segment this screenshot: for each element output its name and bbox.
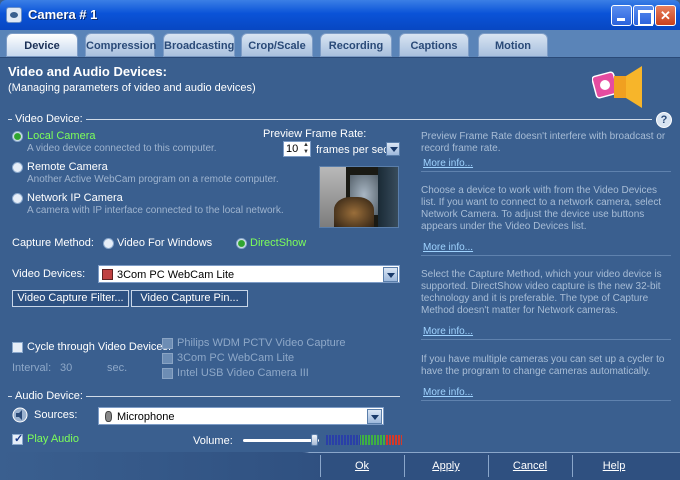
help-divider (421, 339, 671, 340)
close-icon: ✕ (660, 8, 671, 23)
minimize-button[interactable] (611, 5, 632, 26)
video-capture-pin-button[interactable]: Video Capture Pin... (131, 290, 248, 307)
cycle-device-label: Intel USB Video Camera III (177, 367, 309, 379)
tab-motion[interactable]: Motion (478, 33, 548, 57)
bottom-decoration (0, 452, 330, 480)
audio-source-select[interactable]: Microphone (98, 407, 384, 425)
page-title: Video and Audio Devices: (8, 64, 167, 79)
capture-method-label: Capture Method: (12, 237, 94, 249)
audio-level-meter (326, 435, 402, 445)
help-text-video-devices: Choose a device to work with from the Vi… (421, 185, 662, 232)
camera-app-icon (6, 7, 22, 23)
minimize-icon (612, 6, 631, 25)
tab-device[interactable]: Device (6, 33, 78, 57)
directshow-radio[interactable] (236, 238, 247, 249)
local-camera-label[interactable]: Local Camera (27, 130, 95, 142)
tab-broadcasting[interactable]: Broadcasting (163, 33, 235, 57)
audio-device-section-label: Audio Device: (12, 390, 86, 402)
remote-camera-radio[interactable] (12, 162, 23, 173)
window-title: Camera # 1 (28, 7, 98, 22)
tab-captions[interactable]: Captions (399, 33, 469, 57)
more-info-link[interactable]: More info... (423, 242, 473, 253)
sources-label: Sources: (34, 409, 78, 421)
video-section-divider (8, 119, 652, 120)
cycle-video-devices-checkbox[interactable] (12, 342, 23, 353)
play-audio-label[interactable]: Play Audio (27, 433, 79, 445)
tab-compression[interactable]: Compression (85, 33, 156, 57)
tab-bar: Device Compression Broadcasting Crop/Sca… (0, 30, 680, 58)
tab-recording[interactable]: Recording (320, 33, 392, 57)
help-icon[interactable]: ? (656, 112, 672, 128)
volume-label: Volume: (193, 435, 233, 447)
network-ip-camera-label[interactable]: Network IP Camera (27, 192, 123, 204)
help-divider (421, 171, 671, 172)
help-text-frame-rate: Preview Frame Rate doesn't interfere wit… (421, 131, 666, 154)
help-text-capture-method: Select the Capture Method, which your vi… (421, 269, 662, 316)
video-device-section-label: Video Device: (12, 113, 86, 125)
chevron-down-icon[interactable] (383, 267, 398, 282)
preview-frame-rate-stepper[interactable]: 10 ▲ ▼ (283, 141, 311, 157)
help-button[interactable]: Help (572, 455, 655, 477)
title-bar: Camera # 1 ✕ (0, 0, 680, 30)
interval-unit: sec. (107, 362, 128, 374)
cycle-video-devices-label[interactable]: Cycle through Video Devices: (27, 341, 171, 353)
stepper-arrows-icon[interactable]: ▲ ▼ (302, 142, 310, 156)
cycle-device-checkbox[interactable] (162, 338, 173, 349)
chevron-down-icon[interactable] (367, 409, 382, 424)
cycle-device-label: Philips WDM PCTV Video Capture (177, 337, 346, 349)
cycle-device-checkbox[interactable] (162, 353, 173, 364)
video-capture-filter-button[interactable]: Video Capture Filter... (12, 290, 129, 307)
video-for-windows-label[interactable]: Video For Windows (117, 237, 212, 249)
help-divider (421, 255, 671, 256)
volume-slider-track[interactable] (243, 439, 319, 442)
help-divider (421, 400, 671, 401)
camera-preview (319, 166, 399, 228)
video-for-windows-radio[interactable] (103, 238, 114, 249)
directshow-label[interactable]: DirectShow (250, 237, 306, 249)
network-ip-camera-radio[interactable] (12, 193, 23, 204)
video-devices-label: Video Devices: (12, 268, 86, 280)
local-camera-desc: A video device connected to this compute… (27, 143, 217, 154)
frames-per-sec-label: frames per sec. (316, 144, 392, 156)
cancel-button[interactable]: Cancel (488, 455, 571, 477)
ok-button[interactable]: Ok (320, 455, 403, 477)
local-camera-radio[interactable] (12, 131, 23, 142)
frame-rate-dropdown-button[interactable] (386, 142, 400, 156)
microphone-icon (105, 411, 112, 422)
help-text-cycler: If you have multiple cameras you can set… (421, 354, 665, 377)
preview-frame-rate-label: Preview Frame Rate: (263, 128, 367, 140)
cycle-device-checkbox[interactable] (162, 368, 173, 379)
volume-slider-thumb[interactable] (311, 434, 318, 446)
more-info-link[interactable]: More info... (423, 326, 473, 337)
more-info-link[interactable]: More info... (423, 158, 473, 169)
page-subtitle: (Managing parameters of video and audio … (8, 82, 256, 94)
cycle-device-label: 3Com PC WebCam Lite (177, 352, 295, 364)
video-devices-selected: 3Com PC WebCam Lite (117, 269, 235, 281)
apply-button[interactable]: Apply (404, 455, 487, 477)
video-devices-select[interactable]: 3Com PC WebCam Lite (98, 265, 400, 283)
network-ip-camera-desc: A camera with IP interface connected to … (27, 205, 284, 216)
interval-label: Interval: (12, 362, 52, 374)
speaker-icon (12, 407, 28, 423)
webcam-icon (102, 269, 113, 280)
play-audio-checkbox[interactable] (12, 432, 23, 445)
remote-camera-desc: Another Active WebCam program on a remot… (27, 174, 279, 185)
more-info-link[interactable]: More info... (423, 387, 473, 398)
tab-crop-scale[interactable]: Crop/Scale (241, 33, 313, 57)
interval-value[interactable]: 30 (60, 362, 72, 374)
preview-frame-rate-value: 10 (286, 143, 299, 155)
remote-camera-label[interactable]: Remote Camera (27, 161, 108, 173)
maximize-button[interactable] (633, 5, 654, 26)
camera-speaker-icon (592, 66, 642, 108)
close-button[interactable]: ✕ (655, 5, 676, 26)
maximize-icon (634, 6, 653, 26)
audio-source-selected: Microphone (117, 411, 175, 423)
